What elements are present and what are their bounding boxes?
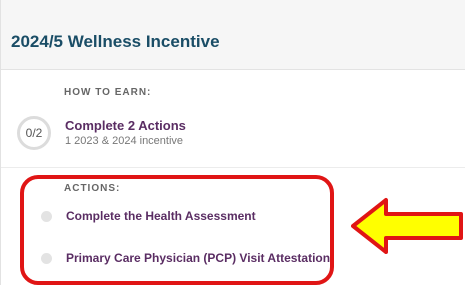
wellness-incentive-card: 2024/5 Wellness Incentive HOW TO EARN: 0… (0, 0, 465, 285)
how-to-earn-label: HOW TO EARN: (64, 87, 152, 98)
earn-subtitle: 1 2023 & 2024 incentive (65, 135, 184, 147)
card-title: 2024/5 Wellness Incentive (11, 32, 220, 51)
left-arrow-icon (351, 198, 463, 254)
card-header: 2024/5 Wellness Incentive (1, 0, 465, 70)
highlight-box (20, 175, 334, 285)
earn-title: Complete 2 Actions (65, 118, 186, 133)
section-divider (1, 167, 465, 168)
progress-text: 0/2 (25, 126, 43, 140)
progress-indicator: 0/2 (17, 116, 51, 150)
